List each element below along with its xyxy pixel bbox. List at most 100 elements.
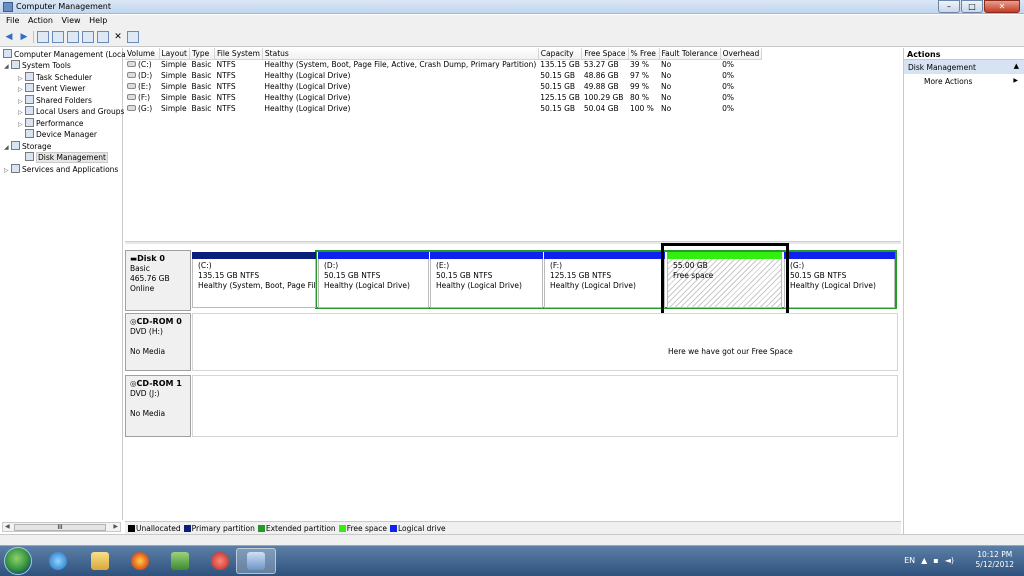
tree-item-task-scheduler[interactable]: ▷ Task Scheduler	[18, 72, 92, 83]
taskbar-explorer[interactable]	[80, 548, 120, 574]
collapse-arrow-icon[interactable]: ◢	[4, 142, 11, 153]
menu-action[interactable]: Action	[22, 15, 53, 25]
col-overhead[interactable]: Overhead	[720, 48, 763, 60]
col-percent-free[interactable]: % Free	[628, 48, 660, 60]
clock[interactable]: 10:12 PM 5/12/2012	[976, 550, 1014, 570]
tray-arrow-icon[interactable]: ▲	[921, 556, 927, 565]
taskbar-firefox[interactable]	[120, 548, 160, 574]
type-cell: Basic	[191, 93, 212, 102]
delete-icon[interactable]: ✕	[112, 31, 124, 43]
help-icon[interactable]	[67, 30, 79, 43]
menu-help[interactable]: Help	[83, 15, 107, 25]
tree-item-system-tools[interactable]: ◢ System Tools	[4, 60, 71, 71]
taskbar-computer-management[interactable]	[236, 548, 276, 574]
expand-arrow-icon[interactable]: ▷	[18, 107, 25, 118]
volume-icon	[127, 72, 136, 78]
minimize-button[interactable]: –	[938, 0, 960, 13]
partition-c[interactable]: (C:) 135.15 GB NTFS Healthy (System, Boo…	[192, 252, 316, 308]
up-folder-icon[interactable]	[37, 30, 49, 43]
cdrom0-label[interactable]: ◎CD-ROM 0 DVD (H:) No Media	[125, 313, 191, 371]
free-space-cell: 48.86 GB	[583, 71, 619, 80]
table-row[interactable]: (C:) Simple Basic NTFS Healthy (System, …	[125, 59, 762, 70]
fault-tolerance-cell: No	[661, 104, 672, 113]
taskbar-app1[interactable]	[160, 548, 200, 574]
export-icon[interactable]	[127, 30, 139, 43]
tree-item-performance[interactable]: ▷ Performance	[18, 118, 84, 129]
show-hide-tree-icon[interactable]	[52, 30, 64, 43]
storage-icon	[11, 141, 20, 150]
network-icon[interactable]: ▪	[933, 556, 938, 565]
collapse-up-icon[interactable]: ▲	[1014, 62, 1019, 70]
overhead-cell: 0%	[722, 104, 735, 113]
tree-item-shared-folders[interactable]: ▷ Shared Folders	[18, 95, 92, 106]
toolbar-separator	[33, 30, 34, 43]
expand-arrow-icon[interactable]: ▷	[18, 119, 25, 130]
col-fault-tolerance[interactable]: Fault Tolerance	[659, 48, 721, 60]
menu-file[interactable]: File	[0, 15, 19, 25]
logical-drive-bar	[318, 252, 429, 259]
fs-cell: NTFS	[216, 60, 236, 70]
type-cell: Basic	[191, 82, 212, 91]
scroll-right-arrow-icon[interactable]: ▶	[113, 523, 118, 530]
title-bar: Computer Management – □ ✕	[0, 0, 1024, 14]
partition-g[interactable]: (G:) 50.15 GB NTFS Healthy (Logical Driv…	[784, 252, 895, 308]
scroll-thumb[interactable]: III	[14, 524, 106, 531]
col-capacity[interactable]: Capacity	[538, 48, 583, 60]
tree-item-device-manager[interactable]: Device Manager	[25, 129, 97, 140]
expand-arrow-icon[interactable]: ▷	[18, 84, 25, 95]
menu-view[interactable]: View	[56, 15, 81, 25]
disk0-label[interactable]: ▬Disk 0 Basic 465.76 GB Online	[125, 250, 191, 311]
cdrom1-label[interactable]: ◎CD-ROM 1 DVD (J:) No Media	[125, 375, 191, 437]
refresh-icon[interactable]	[97, 30, 109, 43]
percent-free-cell: 100 %	[630, 104, 654, 113]
col-volume[interactable]: Volume	[125, 48, 160, 60]
expand-arrow-icon[interactable]: ▷	[4, 165, 11, 176]
performance-icon	[25, 118, 34, 127]
more-actions-link[interactable]: More Actions ▶	[904, 74, 1024, 86]
language-indicator[interactable]: EN	[904, 556, 915, 565]
start-button[interactable]	[4, 547, 32, 575]
volume-icon	[127, 94, 136, 100]
col-status[interactable]: Status	[262, 48, 539, 60]
legend-logical: Logical drive	[390, 524, 446, 533]
tree-item-local-users[interactable]: ▷ Local Users and Groups	[18, 106, 124, 117]
maximize-button[interactable]: □	[961, 0, 983, 13]
firefox-icon	[131, 552, 149, 570]
tree-item-root[interactable]: Computer Management (Local	[3, 49, 128, 60]
menu-bar: File Action View Help	[0, 15, 1024, 27]
col-type[interactable]: Type	[189, 48, 215, 60]
tree-item-services[interactable]: ▷ Services and Applications	[4, 164, 118, 175]
col-free-space[interactable]: Free Space	[581, 48, 629, 60]
table-row[interactable]: (F:) Simple Basic NTFS Healthy (Logical …	[125, 92, 762, 103]
back-icon[interactable]: ◀	[3, 31, 15, 43]
volume-icon[interactable]: ◄)	[945, 556, 954, 565]
disk-graphical-view: ▬Disk 0 Basic 465.76 GB Online (C:) 135.…	[125, 243, 901, 520]
type-cell: Basic	[191, 71, 212, 80]
free-space-cell: 49.88 GB	[583, 82, 619, 91]
table-row[interactable]: (E:) Simple Basic NTFS Healthy (Logical …	[125, 81, 762, 92]
taskbar-ie[interactable]	[38, 548, 78, 574]
taskbar-app2[interactable]	[200, 548, 240, 574]
logical-drive-bar	[430, 252, 543, 259]
status-cell: Healthy (Logical Drive)	[264, 82, 351, 91]
table-row[interactable]: (G:) Simple Basic NTFS Healthy (Logical …	[125, 103, 762, 114]
fs-cell: NTFS	[216, 82, 236, 91]
close-button[interactable]: ✕	[984, 0, 1020, 13]
tree-item-disk-management[interactable]: Disk Management	[25, 152, 108, 163]
forward-icon[interactable]: ▶	[18, 31, 30, 43]
partition-f[interactable]: (F:) 125.15 GB NTFS Healthy (Logical Dri…	[544, 252, 665, 308]
type-cell: Basic	[191, 60, 212, 70]
tree-horizontal-scrollbar[interactable]: ◀ III ▶	[2, 522, 121, 532]
tree-item-event-viewer[interactable]: ▷ Event Viewer	[18, 83, 85, 94]
col-layout[interactable]: Layout	[159, 48, 190, 60]
partition-e[interactable]: (E:) 50.15 GB NTFS Healthy (Logical Driv…	[430, 252, 543, 308]
col-file-system[interactable]: File System	[214, 48, 263, 60]
actions-section-disk-management[interactable]: Disk Management ▲	[904, 60, 1024, 74]
cdrom1-area	[192, 375, 898, 437]
partition-d[interactable]: (D:) 50.15 GB NTFS Healthy (Logical Driv…	[318, 252, 429, 308]
table-row[interactable]: (D:) Simple Basic NTFS Healthy (Logical …	[125, 70, 762, 81]
tree-item-storage[interactable]: ◢ Storage	[4, 141, 51, 152]
scroll-left-arrow-icon[interactable]: ◀	[5, 523, 10, 530]
properties-icon[interactable]	[82, 30, 94, 43]
collapse-arrow-icon[interactable]: ◢	[4, 61, 11, 72]
